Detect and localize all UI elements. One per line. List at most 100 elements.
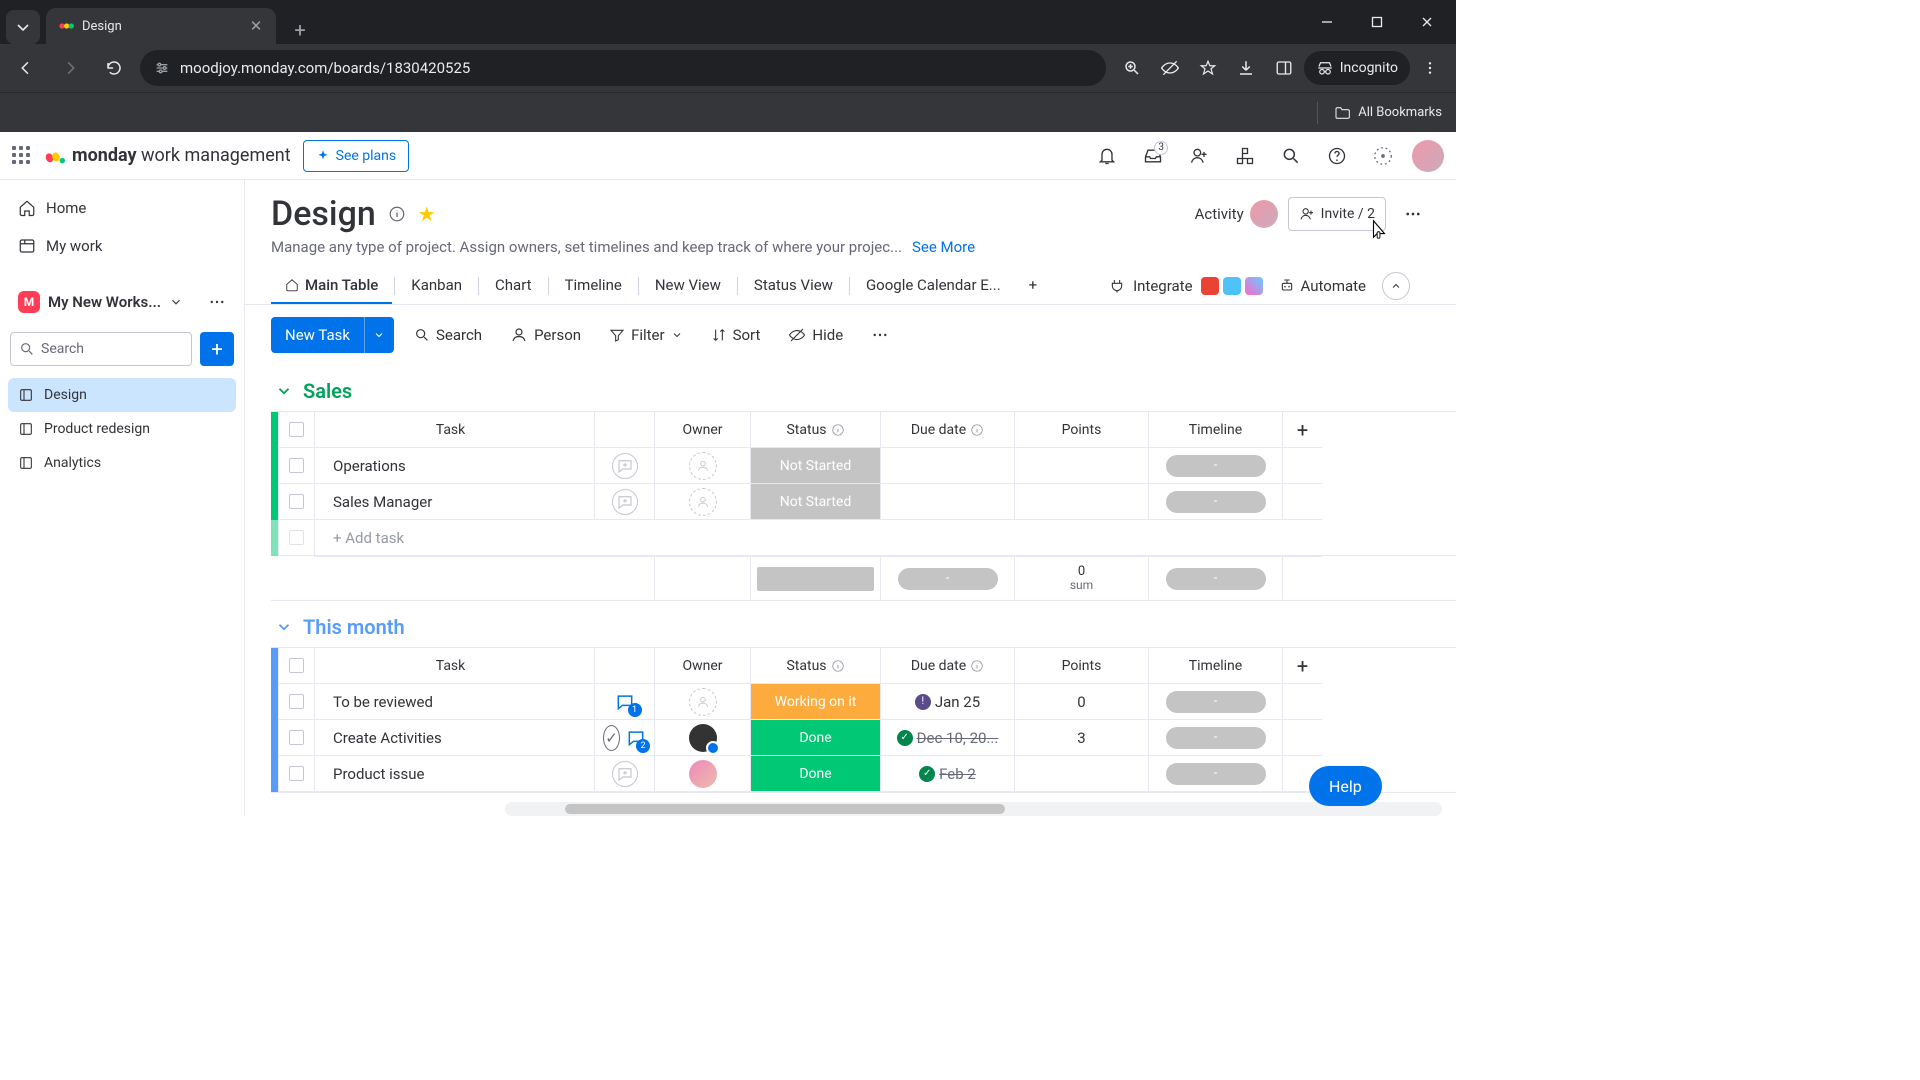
tab-search-button[interactable] [6, 10, 40, 44]
nav-back-button[interactable] [8, 50, 44, 86]
view-tab[interactable]: Timeline [551, 268, 636, 304]
timeline-cell[interactable]: - [1148, 684, 1282, 720]
collapse-header-button[interactable] [1382, 272, 1410, 300]
task-name-cell[interactable]: Sales Manager [314, 484, 594, 520]
add-view-button[interactable]: + [1015, 268, 1052, 304]
view-tab[interactable]: Status View [740, 268, 847, 304]
add-conversation-icon[interactable] [612, 489, 638, 515]
task-name-cell[interactable]: To be reviewed [314, 684, 594, 720]
owner-avatar[interactable] [689, 760, 717, 788]
view-tab[interactable]: New View [641, 268, 735, 304]
horizontal-scrollbar[interactable] [505, 802, 1442, 816]
sidebar-add-button[interactable]: + [200, 332, 234, 366]
window-close-button[interactable] [1404, 5, 1450, 39]
window-maximize-button[interactable] [1354, 5, 1400, 39]
board-options-icon[interactable] [1396, 197, 1430, 231]
nav-forward-button[interactable] [52, 50, 88, 86]
apps-grid-icon[interactable] [12, 146, 32, 166]
task-name-cell[interactable]: Create Activities [314, 720, 594, 756]
col-duedate[interactable]: Due date [880, 648, 1014, 684]
incognito-chip[interactable]: Incognito [1304, 51, 1410, 85]
sidebar-board-item[interactable]: Design [8, 378, 236, 412]
browser-tab[interactable]: Design ✕ [46, 8, 276, 44]
duedate-cell[interactable] [880, 448, 1014, 484]
conversation-icon[interactable]: 1 [612, 689, 638, 715]
products-switcher-icon[interactable] [1366, 139, 1400, 173]
col-status[interactable]: Status [750, 412, 880, 448]
inbox-icon[interactable]: 3 [1136, 139, 1170, 173]
col-owner[interactable]: Owner [654, 648, 750, 684]
status-cell[interactable]: Done [750, 720, 880, 756]
workspace-menu-icon[interactable] [208, 293, 226, 311]
timeline-cell[interactable]: - [1148, 756, 1282, 792]
nav-home[interactable]: Home [8, 190, 236, 226]
owner-placeholder[interactable] [689, 688, 717, 716]
col-task[interactable]: Task [314, 648, 594, 684]
zoom-icon[interactable] [1114, 50, 1150, 86]
view-tab[interactable]: Chart [481, 268, 546, 304]
search-everything-icon[interactable] [1274, 139, 1308, 173]
board-info-icon[interactable] [388, 205, 406, 223]
owner-placeholder[interactable] [689, 452, 717, 480]
add-task-row[interactable]: + Add task [271, 520, 1456, 556]
col-points[interactable]: Points [1014, 648, 1148, 684]
notifications-icon[interactable] [1090, 139, 1124, 173]
profile-avatar[interactable] [1412, 140, 1444, 172]
row-checkbox[interactable] [278, 484, 314, 520]
automate-button[interactable]: Automate [1279, 277, 1366, 295]
col-status[interactable]: Status [750, 648, 880, 684]
view-tab[interactable]: Kanban [397, 268, 476, 304]
group-header[interactable]: This month [271, 615, 1456, 639]
row-checkbox[interactable] [278, 756, 314, 792]
timeline-cell[interactable]: - [1148, 448, 1282, 484]
task-name-cell[interactable]: Operations [314, 448, 594, 484]
status-cell[interactable]: Not Started [750, 484, 880, 520]
select-all-checkbox[interactable] [278, 648, 314, 684]
row-checkbox[interactable] [278, 684, 314, 720]
col-duedate[interactable]: Due date [880, 412, 1014, 448]
eye-off-icon[interactable] [1152, 50, 1188, 86]
new-task-button[interactable]: New Task [271, 317, 394, 353]
status-cell[interactable]: Working on it [750, 684, 880, 720]
monday-logo[interactable]: monday work management [44, 145, 291, 167]
sidebar-search-input[interactable]: Search [10, 332, 192, 366]
add-column-button[interactable]: + [1282, 412, 1322, 448]
apps-marketplace-icon[interactable] [1228, 139, 1262, 173]
board-title[interactable]: Design [271, 194, 376, 234]
integrate-button[interactable]: Integrate [1109, 277, 1262, 295]
invite-members-icon[interactable] [1182, 139, 1216, 173]
sort-button[interactable]: Sort [703, 317, 769, 353]
browser-menu-icon[interactable] [1412, 50, 1448, 86]
status-cell[interactable]: Done [750, 756, 880, 792]
sidepanel-icon[interactable] [1266, 50, 1302, 86]
points-cell[interactable]: 3 [1014, 720, 1148, 756]
new-tab-button[interactable]: + [286, 16, 314, 44]
help-icon[interactable] [1320, 139, 1354, 173]
duedate-cell[interactable]: ✓Dec 10, 20... [880, 720, 1014, 756]
window-minimize-button[interactable] [1304, 5, 1350, 39]
owner-avatar[interactable] [689, 724, 717, 752]
row-checkbox[interactable] [278, 448, 314, 484]
see-plans-button[interactable]: See plans [303, 140, 409, 172]
all-bookmarks-button[interactable]: All Bookmarks [1334, 105, 1442, 121]
row-checkbox[interactable] [278, 720, 314, 756]
points-cell[interactable] [1014, 484, 1148, 520]
add-conversation-icon[interactable] [612, 453, 638, 479]
bookmark-star-icon[interactable] [1190, 50, 1226, 86]
col-points[interactable]: Points [1014, 412, 1148, 448]
activity-button[interactable]: Activity [1195, 200, 1278, 228]
conversation-icon[interactable]: 2 [626, 725, 646, 751]
col-timeline[interactable]: Timeline [1148, 412, 1282, 448]
timeline-cell[interactable]: - [1148, 720, 1282, 756]
workspace-selector[interactable]: M My New Works... [8, 284, 236, 320]
new-task-dropdown-icon[interactable] [364, 317, 394, 353]
points-cell[interactable] [1014, 756, 1148, 792]
person-filter-button[interactable]: Person [502, 317, 589, 353]
board-description[interactable]: Manage any type of project. Assign owner… [271, 238, 902, 256]
points-cell[interactable]: 0 [1014, 684, 1148, 720]
site-settings-icon[interactable] [154, 60, 170, 76]
col-owner[interactable]: Owner [654, 412, 750, 448]
address-bar[interactable]: moodjoy.monday.com/boards/1830420525 [140, 50, 1106, 86]
task-done-icon[interactable]: ✓ [603, 725, 620, 751]
filter-button[interactable]: Filter [601, 317, 691, 353]
